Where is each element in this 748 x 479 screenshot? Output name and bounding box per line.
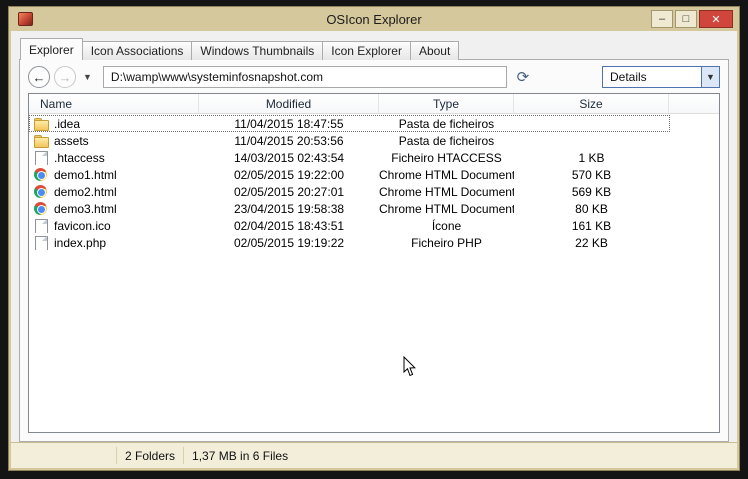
combo-dropdown-icon[interactable]: ▼ xyxy=(701,67,719,87)
file-row[interactable]: demo2.html 02/05/2015 20:27:01 Chrome HT… xyxy=(29,183,670,200)
file-modified: 02/05/2015 19:19:22 xyxy=(233,235,345,250)
refresh-icon[interactable]: ⟳ xyxy=(511,66,535,88)
file-row[interactable]: .idea 11/04/2015 18:47:55 Pasta de fiche… xyxy=(29,115,670,132)
address-text: D:\wamp\www\systeminfosnapshot.com xyxy=(110,70,323,84)
file-name: demo2.html xyxy=(54,184,117,199)
minimize-button[interactable]: – xyxy=(651,10,673,28)
file-row[interactable]: demo3.html 23/04/2015 19:58:38 Chrome HT… xyxy=(29,200,670,217)
file-icon xyxy=(34,218,48,233)
tab-windows-thumbnails[interactable]: Windows Thumbnails xyxy=(191,41,324,60)
column-header-size[interactable]: Size xyxy=(514,94,669,113)
file-modified: 23/04/2015 19:58:38 xyxy=(233,201,345,216)
tab-about[interactable]: About xyxy=(409,41,460,60)
file-modified: 02/04/2015 18:43:51 xyxy=(233,218,345,233)
tab-icon-explorer[interactable]: Icon Explorer xyxy=(322,41,411,60)
column-header-filler xyxy=(669,94,719,113)
file-name: demo3.html xyxy=(54,201,117,216)
column-header-modified[interactable]: Modified xyxy=(199,94,379,113)
file-name: .htaccess xyxy=(54,150,105,165)
column-header-type[interactable]: Type xyxy=(379,94,514,113)
file-type: Pasta de ficheiros xyxy=(398,133,495,148)
column-header-name[interactable]: Name xyxy=(29,94,199,113)
toolbar: ← → ▼ D:\wamp\www\systeminfosnapshot.com… xyxy=(20,60,728,93)
address-bar[interactable]: D:\wamp\www\systeminfosnapshot.com xyxy=(102,66,507,88)
tab-explorer[interactable]: Explorer xyxy=(20,38,83,60)
file-row[interactable]: assets 11/04/2015 20:53:56 Pasta de fich… xyxy=(29,132,670,149)
file-type: Pasta de ficheiros xyxy=(398,116,495,131)
file-modified: 02/05/2015 19:22:00 xyxy=(233,167,345,182)
view-mode-combobox[interactable]: Details ▼ xyxy=(602,66,720,88)
file-name: .idea xyxy=(54,116,81,131)
file-modified: 02/05/2015 20:27:01 xyxy=(233,184,345,199)
status-panel-files: 1,37 MB in 6 Files xyxy=(192,448,289,463)
file-name: favicon.ico xyxy=(54,218,111,233)
file-modified: 11/04/2015 20:53:56 xyxy=(234,133,344,148)
desktop-background: OSIcon Explorer – □ ✕ Explorer Icon Asso… xyxy=(0,0,748,479)
history-dropdown-icon[interactable]: ▼ xyxy=(80,72,95,82)
file-list-body: .idea 11/04/2015 18:47:55 Pasta de fiche… xyxy=(29,114,719,432)
chrome-icon xyxy=(34,167,48,182)
file-list-header: Name Modified Type Size xyxy=(29,94,719,114)
file-type: Chrome HTML Document xyxy=(379,201,514,216)
file-size: 22 KB xyxy=(575,235,608,250)
chrome-icon xyxy=(34,184,48,199)
file-icon xyxy=(34,235,48,250)
view-mode-value: Details xyxy=(610,70,647,84)
file-modified: 14/03/2015 02:43:54 xyxy=(233,150,345,165)
window-controls: – □ ✕ xyxy=(651,10,733,28)
status-bar: 2 Folders 1,37 MB in 6 Files xyxy=(11,442,737,468)
file-name-cell: favicon.ico xyxy=(29,218,199,233)
file-name-cell: demo2.html xyxy=(29,184,199,199)
folder-icon xyxy=(34,117,49,131)
tab-strip: Explorer Icon Associations Windows Thumb… xyxy=(19,38,729,60)
file-name: assets xyxy=(54,133,89,148)
file-row[interactable]: .htaccess 14/03/2015 02:43:54 Ficheiro H… xyxy=(29,149,670,166)
close-button[interactable]: ✕ xyxy=(699,10,733,28)
file-name-cell: demo3.html xyxy=(29,201,199,216)
status-panel-folders: 2 Folders xyxy=(117,447,185,464)
file-list: Name Modified Type Size .idea 11/04/2015… xyxy=(28,93,720,433)
file-modified: 11/04/2015 18:47:55 xyxy=(234,116,344,131)
app-icon xyxy=(18,12,33,26)
tab-icon-associations[interactable]: Icon Associations xyxy=(81,41,193,60)
file-row[interactable]: demo1.html 02/05/2015 19:22:00 Chrome HT… xyxy=(29,166,670,183)
file-row[interactable]: index.php 02/05/2015 19:19:22 Ficheiro P… xyxy=(29,234,670,251)
file-name-cell: assets xyxy=(29,134,199,148)
client-area: Explorer Icon Associations Windows Thumb… xyxy=(11,31,737,442)
file-type: Chrome HTML Document xyxy=(379,167,514,182)
file-name: index.php xyxy=(54,235,107,250)
file-icon xyxy=(34,150,48,165)
file-size: 161 KB xyxy=(571,218,612,233)
file-size: 570 KB xyxy=(571,167,612,182)
chrome-icon xyxy=(34,201,48,216)
file-row[interactable]: favicon.ico 02/04/2015 18:43:51 Ícone 16… xyxy=(29,217,670,234)
file-type: Ficheiro PHP xyxy=(411,235,482,250)
file-name-cell: .idea xyxy=(29,117,199,131)
titlebar[interactable]: OSIcon Explorer – □ ✕ xyxy=(11,7,737,31)
folder-icon xyxy=(34,134,49,148)
file-type: Ficheiro HTACCESS xyxy=(391,150,502,165)
file-size: 1 KB xyxy=(578,150,605,165)
status-panel-empty xyxy=(11,447,117,464)
file-size: 80 KB xyxy=(575,201,608,216)
file-name-cell: demo1.html xyxy=(29,167,199,182)
file-name-cell: .htaccess xyxy=(29,150,199,165)
window-title: OSIcon Explorer xyxy=(326,11,422,27)
back-button[interactable]: ← xyxy=(28,66,50,88)
file-type: Chrome HTML Document xyxy=(379,184,514,199)
file-type: Ícone xyxy=(431,218,462,233)
maximize-button[interactable]: □ xyxy=(675,10,697,28)
file-name: demo1.html xyxy=(54,167,117,182)
forward-button[interactable]: → xyxy=(54,66,76,88)
explorer-tab-page: ← → ▼ D:\wamp\www\systeminfosnapshot.com… xyxy=(19,59,729,442)
app-window: OSIcon Explorer – □ ✕ Explorer Icon Asso… xyxy=(8,6,740,471)
file-name-cell: index.php xyxy=(29,235,199,250)
file-size: 569 KB xyxy=(571,184,612,199)
